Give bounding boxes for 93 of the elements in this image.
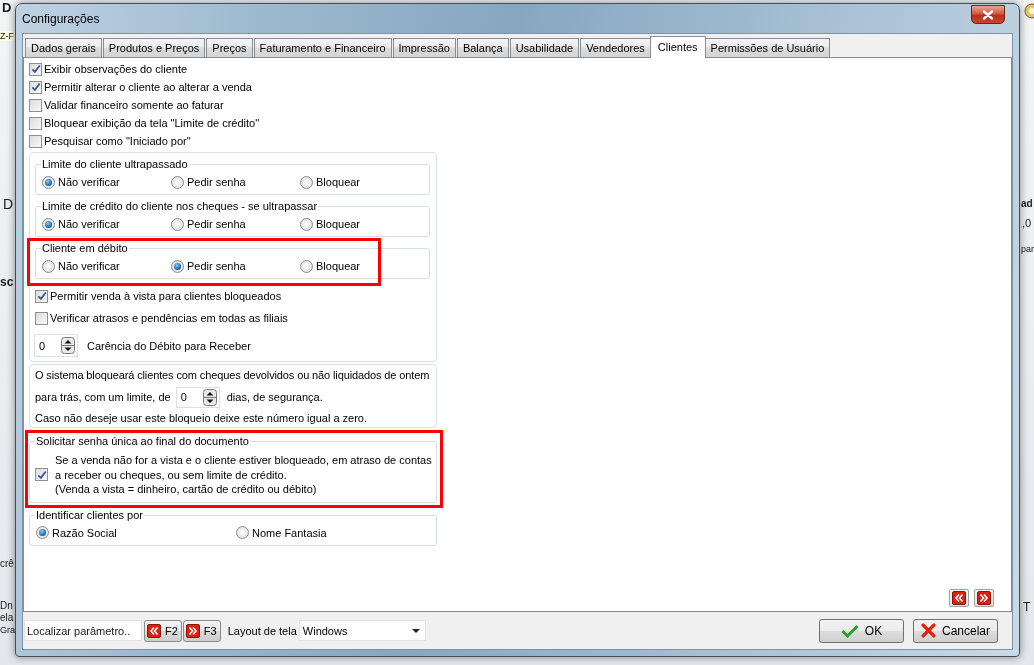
radio-label: Bloquear	[316, 176, 361, 188]
background-text: ,0	[1022, 217, 1032, 230]
limit-label: para trás, com um limite, de	[35, 391, 171, 403]
radio-label: Não verificar	[58, 218, 120, 230]
shortcut-button[interactable]: F2	[144, 619, 182, 642]
checkbox-label: Permitir alterar o cliente ao alterar a venda	[44, 81, 252, 93]
tab[interactable]: Permissões de Usuário	[704, 38, 831, 57]
radio-button[interactable]	[42, 217, 55, 231]
checkbox[interactable]	[35, 468, 48, 482]
caret-icon	[411, 628, 420, 633]
checkbox[interactable]	[35, 311, 48, 325]
checkbox[interactable]	[29, 62, 42, 76]
tab[interactable]: Vendedores	[580, 38, 651, 57]
hint-text: Caso não deseje usar este bloqueio deixe este número igual a zero.	[35, 411, 369, 425]
tab[interactable]: Balança	[456, 38, 509, 57]
tab[interactable]: Dados gerais	[25, 38, 102, 57]
ok-button[interactable]: OK	[819, 618, 904, 643]
background-text: T	[1023, 601, 1031, 615]
radio-button[interactable]	[171, 175, 184, 189]
field-label: Layout de tela	[227, 624, 297, 637]
group-title: Identificar clientes por	[35, 508, 144, 522]
checkbox[interactable]	[29, 116, 42, 130]
background-text: Dn	[0, 600, 13, 612]
radio-button[interactable]	[300, 259, 313, 273]
group-title: Cliente em débito	[41, 242, 129, 255]
cancel-icon	[921, 623, 936, 638]
checkbox-label: Bloquear exibição da tela "Limite de crédito"	[44, 117, 260, 129]
radio-button[interactable]	[300, 175, 313, 189]
background-text: D	[3, 196, 14, 213]
background-text: D	[2, 1, 12, 16]
radio-button[interactable]	[42, 175, 55, 189]
checkmark-icon	[840, 623, 859, 638]
checkbox-label: Se a venda não for a vista e o cliente estiver bloqueado, em atraso de contas a receber ou cheques, ou sem limite de crédito. (Venda a vista = dinheiro, cartão de crédito ou débito)	[55, 453, 432, 497]
radio-label: Razão Social	[52, 526, 117, 539]
days-label: dias, de segurança.	[226, 391, 323, 403]
radio-button[interactable]	[36, 526, 49, 539]
field-label: Carência do Débito para Receber	[87, 339, 251, 352]
search-field[interactable]: Localizar parâmetro..	[24, 620, 142, 641]
radio-label: Nome Fantasia	[252, 526, 327, 539]
double-chevron-right-icon	[185, 623, 200, 638]
radio-button[interactable]	[42, 259, 55, 273]
double-chevron-right-icon	[977, 591, 991, 605]
radio-label: Não verificar	[58, 260, 120, 272]
background-text: ad	[1021, 198, 1033, 210]
background-text: ela	[0, 612, 14, 624]
close-icon	[982, 9, 994, 20]
number-field[interactable]: 0	[34, 334, 78, 357]
tab[interactable]: Produtos e Preços	[102, 38, 206, 57]
radio-button[interactable]	[236, 526, 249, 539]
tab[interactable]: Usabilidade	[509, 38, 580, 57]
radio-label: Pedir senha	[187, 260, 246, 272]
double-chevron-left-icon	[147, 623, 161, 638]
cancel-button[interactable]: Cancelar	[913, 618, 998, 643]
tab[interactable]: Preços	[206, 38, 253, 57]
checkbox-label: Exibir observações do cliente	[44, 63, 188, 75]
number-field[interactable]: 0	[175, 386, 220, 408]
tab[interactable]: Impressão	[392, 38, 456, 57]
checkbox[interactable]	[35, 289, 48, 303]
radio-button[interactable]	[300, 217, 313, 231]
spin-arrows-icon[interactable]	[202, 388, 217, 406]
description-text: O sistema bloqueará clientes com cheques devolvidos ou não liquidados de ontem	[35, 368, 431, 382]
radio-label: Bloquear	[316, 218, 361, 230]
background-text: Z-F	[0, 31, 14, 42]
checkbox-label: Verificar atrasos e pendências em todas as filiais	[50, 312, 288, 324]
radio-label: Não verificar	[58, 176, 120, 188]
group-title: Limite do cliente ultrapassado	[41, 158, 189, 171]
shortcut-button[interactable]: F3	[182, 619, 221, 642]
checkbox-label: Pesquisar como "Iniciado por"	[44, 135, 191, 147]
checkbox[interactable]	[29, 134, 42, 148]
radio-label: Pedir senha	[187, 176, 246, 188]
radio-button[interactable]	[171, 217, 184, 231]
background-text: par	[1021, 244, 1034, 255]
next-button[interactable]	[974, 589, 994, 607]
background-text: Gra	[0, 625, 15, 636]
checkbox-label: Validar financeiro somente ao faturar	[44, 99, 224, 111]
checkbox[interactable]	[29, 98, 42, 112]
spin-arrows-icon[interactable]	[61, 337, 75, 354]
group-title: Limite de crédito do cliente nos cheques - se ultrapassar	[41, 200, 319, 213]
radio-button[interactable]	[171, 259, 184, 273]
checkbox[interactable]	[29, 80, 42, 94]
checkbox-label: Permitir venda à vista para clientes bloqueados	[50, 290, 282, 302]
close-button[interactable]	[971, 5, 1005, 24]
group-title: Solicitar senha única ao final do documento	[35, 435, 250, 448]
radio-label: Pedir senha	[187, 218, 246, 230]
background-text: crê	[0, 558, 14, 570]
double-chevron-left-icon	[952, 591, 966, 605]
layout-dropdown[interactable]: Windows	[298, 620, 426, 641]
background-text: sc	[0, 276, 14, 290]
previous-button[interactable]	[949, 589, 969, 607]
radio-label: Bloquear	[316, 260, 361, 272]
window-title: Configurações	[22, 11, 100, 26]
tab[interactable]: Clientes	[649, 36, 706, 58]
tab[interactable]: Faturamento e Financeiro	[253, 38, 392, 57]
